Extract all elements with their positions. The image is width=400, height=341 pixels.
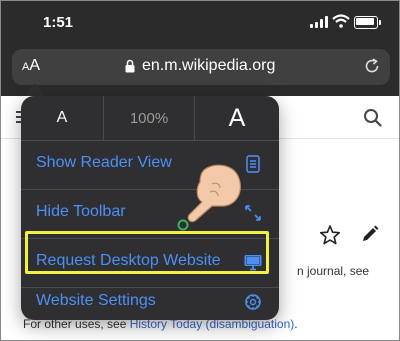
lock-icon [125,59,135,73]
menu-item-website-settings[interactable]: Website Settings [21,288,279,320]
url-text[interactable]: en.m.wikipedia.org [142,57,275,75]
browser-top-bar: 1:51 AA en.m.wikipedia.org [1,1,399,96]
expand-arrows-icon [245,205,261,221]
menu-item-label: Hide Toolbar [36,203,126,220]
zoom-level[interactable]: 100% [104,96,195,140]
settings-gear-icon [245,294,261,310]
address-bar[interactable]: AA en.m.wikipedia.org [12,49,390,85]
screenshot-frame: 1:51 AA en.m.wikipedia.org n journal, se… [0,0,400,341]
battery-icon [354,16,381,29]
status-time: 1:51 [43,14,74,31]
text-size-button[interactable]: AA [22,57,40,75]
reader-view-icon [246,155,260,173]
pointing-hand-icon [177,164,241,231]
reload-icon[interactable] [364,58,380,74]
wifi-icon [332,14,350,28]
zoom-increase-button[interactable]: A [195,96,279,140]
highlight-box [25,231,269,274]
zoom-decrease-button[interactable]: A [21,96,104,140]
hatnote-text: n journal, see [297,264,370,278]
menu-item-label: Website Settings [36,292,156,309]
edit-pencil-icon[interactable] [360,224,380,244]
search-icon[interactable] [363,108,383,128]
watch-star-icon[interactable] [319,224,341,246]
cellular-signal-icon [310,16,328,28]
zoom-controls: A 100% A [21,96,279,141]
menu-item-label: Show Reader View [36,154,172,171]
menu-pointer-arrow [26,83,44,96]
